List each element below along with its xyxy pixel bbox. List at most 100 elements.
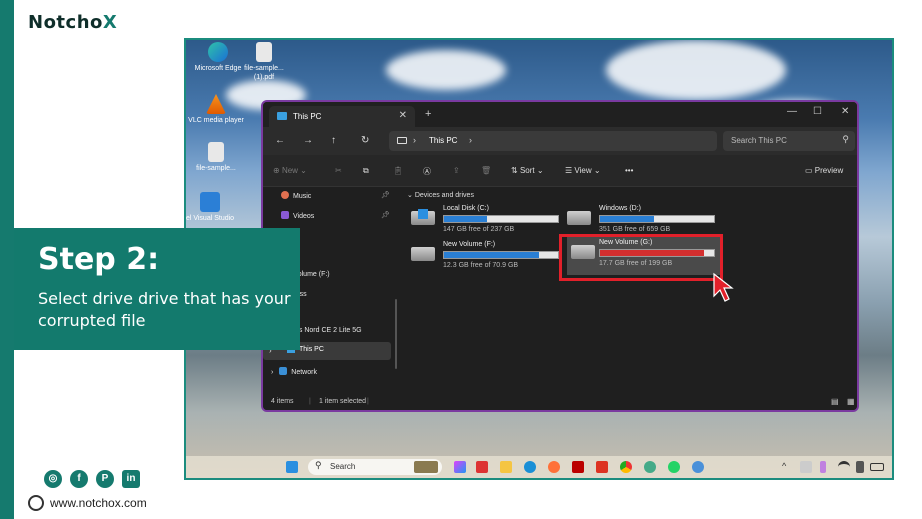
visual-studio-icon: [200, 192, 220, 212]
volume-icon[interactable]: [856, 461, 864, 473]
file-icon: [208, 142, 224, 162]
desktop-icon-vlc[interactable]: VLC media player: [186, 94, 246, 125]
tray-app-icon[interactable]: [800, 461, 812, 473]
close-window-icon[interactable]: ✕: [841, 106, 849, 117]
video-icon: [281, 211, 289, 219]
more-options-button[interactable]: •••: [625, 166, 633, 175]
desktop-icon-pdf[interactable]: file-sample... (1).pdf: [234, 42, 294, 82]
pin-icon[interactable]: 📌︎: [381, 191, 390, 199]
tab-this-pc[interactable]: This PC ✕: [269, 106, 415, 127]
edge-icon: [208, 42, 228, 62]
navigation-bar: ← → ↑ ↻ › This PC › Search This PC ⚲: [263, 127, 857, 155]
drive-icon: [567, 211, 591, 225]
share-icon[interactable]: ⇪: [453, 166, 460, 175]
nav-item-videos[interactable]: Videos: [281, 211, 314, 220]
pinterest-icon[interactable]: P: [96, 470, 114, 488]
rename-icon[interactable]: Ⓐ: [423, 166, 431, 177]
title-bar: This PC ✕ + — ☐ ✕: [263, 102, 857, 127]
search-icon: ⚲: [315, 460, 322, 470]
step-card: Step 2: Select drive drive that has your…: [14, 228, 300, 350]
tray-up-arrow-icon[interactable]: ^: [782, 461, 794, 473]
netflix-icon[interactable]: [572, 461, 584, 473]
nav-item-music[interactable]: Music: [281, 191, 311, 200]
drive-icon: [411, 209, 435, 225]
whatsapp-icon[interactable]: [668, 461, 680, 473]
step-title: Step 2:: [38, 242, 160, 277]
maximize-icon[interactable]: ☐: [813, 106, 822, 117]
nav-item-network[interactable]: › Network: [271, 367, 317, 376]
vlc-cone-icon: [206, 94, 226, 114]
monitor-icon: [397, 137, 407, 144]
windows-taskbar: ⚲ Search ^: [186, 456, 892, 478]
music-icon: [281, 191, 289, 199]
brand-accent-bar: [0, 0, 14, 519]
preview-button[interactable]: ▭ Preview: [805, 166, 843, 175]
address-bar[interactable]: › This PC ›: [389, 131, 717, 151]
close-tab-icon[interactable]: ✕: [399, 110, 407, 121]
chevron-right-icon: ›: [469, 135, 472, 145]
pin-icon[interactable]: 📌︎: [381, 211, 390, 219]
forward-arrow-icon[interactable]: →: [303, 135, 313, 146]
windows-start-icon[interactable]: [286, 461, 298, 473]
nav-scrollbar[interactable]: [395, 299, 397, 369]
new-tab-icon[interactable]: +: [425, 108, 431, 120]
refresh-icon[interactable]: ↻: [361, 135, 369, 146]
up-arrow-icon[interactable]: ↑: [331, 135, 336, 146]
search-icon: ⚲: [842, 134, 849, 144]
drive-icon: [411, 247, 435, 261]
drive-c[interactable]: Local Disk (C:) 147 GB free of 237 GB: [411, 203, 561, 237]
tiles-view-icon[interactable]: ▦: [847, 397, 855, 406]
firefox-icon[interactable]: [548, 461, 560, 473]
drive-usage-bar: [599, 215, 715, 223]
view-button[interactable]: ☰ View ⌄: [565, 166, 601, 175]
battery-icon[interactable]: [870, 463, 884, 471]
facebook-icon[interactable]: f: [70, 470, 88, 488]
instagram-icon[interactable]: ◎: [44, 470, 62, 488]
desktop-icon-file[interactable]: file-sample...: [186, 142, 246, 173]
notchox-logo: NotchoX: [28, 12, 118, 33]
drive-usage-bar: [443, 251, 559, 259]
globe-icon: [28, 495, 44, 511]
drive-f[interactable]: New Volume (F:) 12.3 GB free of 70.9 GB: [411, 239, 561, 273]
wifi-icon[interactable]: [838, 461, 850, 473]
cut-icon[interactable]: ✂: [335, 166, 342, 175]
windows-logo-icon: [418, 209, 428, 219]
drive-usage-bar: [443, 215, 559, 223]
desktop-icon-visual-studio[interactable]: el Visual Studio: [186, 192, 240, 223]
sort-button[interactable]: ⇅ Sort ⌄: [511, 166, 544, 175]
edge-taskbar-icon[interactable]: [524, 461, 536, 473]
status-divider: |: [309, 398, 311, 405]
back-arrow-icon[interactable]: ←: [275, 135, 285, 146]
chrome-icon[interactable]: [620, 461, 632, 473]
chrome-profile-icon[interactable]: [644, 461, 656, 473]
drive-d[interactable]: Windows (D:) 351 GB free of 659 GB: [567, 203, 717, 237]
app-red-icon[interactable]: [596, 461, 608, 473]
status-divider: |: [367, 398, 369, 405]
minimize-icon[interactable]: —: [787, 106, 797, 117]
taskbar-app-icon[interactable]: [414, 461, 438, 473]
pdf-file-icon: [256, 42, 272, 62]
drives-content: ⌄ Devices and drives Local Disk (C:) 147…: [401, 187, 857, 397]
mouse-cursor-icon: [713, 272, 734, 302]
copy-icon[interactable]: ⧉: [363, 166, 369, 176]
delete-icon[interactable]: 🗑︎: [481, 166, 491, 175]
copilot-icon[interactable]: [454, 461, 466, 473]
monitor-icon: [277, 112, 287, 120]
status-bar: 4 items | 1 item selected | ▤ ▦: [263, 394, 857, 410]
microphone-icon[interactable]: [820, 461, 826, 473]
website-link[interactable]: www.notchox.com: [50, 496, 147, 510]
linkedin-icon[interactable]: in: [122, 470, 140, 488]
command-toolbar: ⊕ New ⌄ ✂ ⧉ 📋︎ Ⓐ ⇪ 🗑︎ ⇅ Sort ⌄ ☰ View ⌄ …: [263, 155, 857, 187]
store-icon[interactable]: [476, 461, 488, 473]
chevron-right-icon: ›: [413, 135, 416, 145]
new-button[interactable]: ⊕ New ⌄: [273, 166, 307, 175]
network-icon: [279, 367, 288, 375]
step-description: Select drive drive that has your corrupt…: [38, 289, 291, 330]
selection-highlight-box: [559, 234, 723, 281]
devices-group-header[interactable]: ⌄ Devices and drives: [407, 191, 474, 199]
folder-icon[interactable]: [500, 461, 512, 473]
app-blue-icon[interactable]: [692, 461, 704, 473]
paste-icon[interactable]: 📋︎: [393, 166, 403, 175]
search-box[interactable]: Search This PC ⚲: [723, 131, 855, 151]
details-view-icon[interactable]: ▤: [831, 397, 839, 406]
